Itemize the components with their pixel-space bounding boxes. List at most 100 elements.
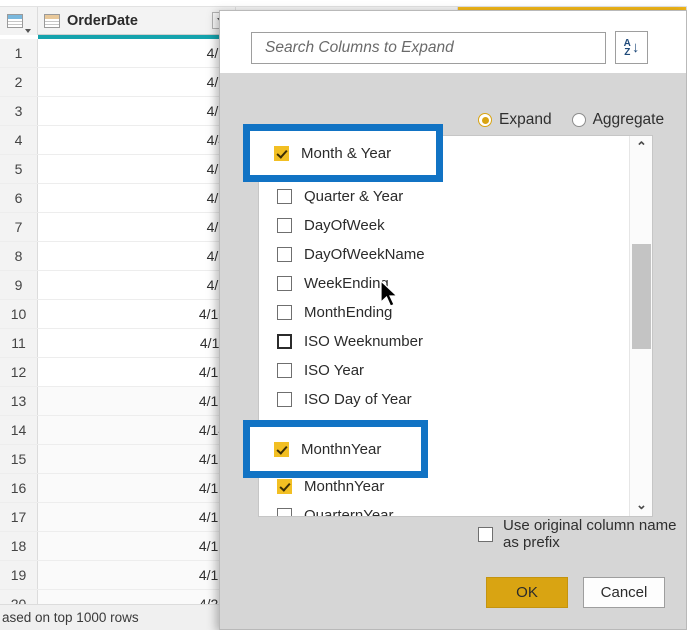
cell-orderdate[interactable]: 4/17, <box>38 503 236 531</box>
row-number: 17 <box>0 503 38 531</box>
sort-az-icon: AZ <box>623 37 631 58</box>
radio-unselected-icon <box>571 113 586 127</box>
checkbox-unchecked-icon[interactable] <box>277 189 292 204</box>
cell-orderdate[interactable]: 4/15, <box>38 445 236 473</box>
use-prefix-checkbox[interactable] <box>478 526 493 542</box>
expand-columns-dialog: AZ ↓ Expand Aggregate Month NameMonth & … <box>219 10 687 630</box>
checkbox-unchecked-icon[interactable] <box>277 363 292 378</box>
cell-orderdate[interactable]: 4/4, <box>38 126 236 154</box>
row-number: 3 <box>0 97 38 125</box>
table-icon <box>44 13 60 28</box>
scroll-down-icon[interactable]: ⌄ <box>630 494 652 516</box>
list-item[interactable]: ISO Weeknumber <box>259 327 630 356</box>
dialog-buttons: OK Cancel <box>486 577 665 608</box>
cell-orderdate[interactable]: 4/18, <box>38 532 236 560</box>
cell-orderdate[interactable]: 4/2, <box>38 68 236 96</box>
row-number: 2 <box>0 68 38 96</box>
radio-expand[interactable]: Expand <box>478 111 552 129</box>
cell-orderdate[interactable]: 4/7, <box>38 213 236 241</box>
ok-button[interactable]: OK <box>486 577 568 608</box>
row-number: 16 <box>0 474 38 502</box>
search-input[interactable] <box>263 37 594 58</box>
checkbox-unchecked-icon[interactable] <box>277 247 292 262</box>
list-item-label: WeekEnding <box>304 275 389 292</box>
annotation-label-monthnyear: MonthnYear <box>301 441 382 458</box>
row-number: 8 <box>0 242 38 270</box>
row-number: 14 <box>0 416 38 444</box>
list-item[interactable]: MonthEnding <box>259 298 630 327</box>
cell-orderdate[interactable]: 4/14, <box>38 416 236 444</box>
list-item[interactable]: Quarter & Year <box>259 182 630 211</box>
cell-orderdate[interactable]: 4/5, <box>38 155 236 183</box>
list-item[interactable]: ISO Day of Year <box>259 385 630 414</box>
annotation-item-month-year: Month & Year <box>274 139 391 168</box>
cell-orderdate[interactable]: 4/10, <box>38 300 236 328</box>
checkbox-unchecked-icon[interactable] <box>277 334 292 349</box>
columns-list-scrollbar[interactable]: ⌃ ⌄ <box>629 136 652 516</box>
row-number: 1 <box>0 39 38 67</box>
column-header-label: OrderDate <box>67 12 138 29</box>
status-text: ased on top 1000 rows <box>2 610 139 625</box>
scroll-up-icon[interactable]: ⌃ <box>630 136 652 158</box>
checkbox-checked-icon <box>274 146 289 161</box>
list-item-label: MonthnYear <box>304 478 385 495</box>
cell-orderdate[interactable]: 4/11, <box>38 329 236 357</box>
row-number: 6 <box>0 184 38 212</box>
use-prefix-option[interactable]: Use original column name as prefix <box>478 517 686 551</box>
list-item[interactable]: ISO Year <box>259 356 630 385</box>
sort-az-button[interactable]: AZ ↓ <box>615 31 648 64</box>
list-item[interactable]: DayOfWeek <box>259 211 630 240</box>
checkbox-unchecked-icon[interactable] <box>277 392 292 407</box>
radio-aggregate[interactable]: Aggregate <box>571 111 664 129</box>
cell-orderdate[interactable]: 4/9, <box>38 271 236 299</box>
list-item-label: QuarternYear <box>304 507 394 517</box>
sort-arrow-icon: ↓ <box>631 39 640 56</box>
cell-orderdate[interactable]: 4/1, <box>38 39 236 67</box>
list-item-label: ISO Year <box>304 362 365 379</box>
checkbox-unchecked-icon[interactable] <box>277 508 292 516</box>
radio-selected-icon <box>478 113 492 127</box>
cell-orderdate[interactable]: 4/8, <box>38 242 236 270</box>
list-item[interactable]: WeekEnding <box>259 269 630 298</box>
row-number: 19 <box>0 561 38 589</box>
cancel-button[interactable]: Cancel <box>583 577 665 608</box>
checkbox-checked-icon[interactable] <box>277 479 292 494</box>
table-icon <box>6 13 23 28</box>
scrollbar-thumb[interactable] <box>632 244 651 349</box>
grid-select-all-corner[interactable] <box>0 6 38 35</box>
row-number: 10 <box>0 300 38 328</box>
list-item-label: DayOfWeekName <box>304 246 425 263</box>
cell-orderdate[interactable]: 4/6, <box>38 184 236 212</box>
use-prefix-label: Use original column name as prefix <box>503 517 677 551</box>
list-item-label: DayOfWeek <box>304 217 385 234</box>
row-number: 7 <box>0 213 38 241</box>
list-item[interactable]: MonthnYear <box>259 472 630 501</box>
mode-radio-group: Expand Aggregate <box>478 111 664 129</box>
radio-expand-label: Expand <box>499 111 552 128</box>
checkbox-unchecked-icon[interactable] <box>277 276 292 291</box>
checkbox-unchecked-icon[interactable] <box>277 305 292 320</box>
list-item-label: MonthEnding <box>304 304 393 321</box>
screenshot-root: OrderDate 1.2 Total Day Sales Dates ⇤⇥ 1… <box>0 0 687 630</box>
checkbox-unchecked-icon[interactable] <box>277 218 292 233</box>
cell-orderdate[interactable]: 4/13, <box>38 387 236 415</box>
row-number: 5 <box>0 155 38 183</box>
cell-orderdate[interactable]: 4/19, <box>38 561 236 589</box>
cell-orderdate[interactable]: 4/3, <box>38 97 236 125</box>
list-item-label: ISO Day of Year <box>304 391 412 408</box>
search-row: AZ ↓ <box>251 31 648 64</box>
list-item-label: Quarter & Year <box>304 188 404 205</box>
chevron-down-icon <box>24 28 31 33</box>
list-item-label: ISO Weeknumber <box>304 333 423 350</box>
checkbox-checked-icon <box>274 442 289 457</box>
column-header-orderdate[interactable]: OrderDate <box>38 6 236 35</box>
list-item[interactable]: QuarternYear <box>259 501 630 517</box>
cell-orderdate[interactable]: 4/12, <box>38 358 236 386</box>
search-input-wrapper[interactable] <box>251 31 606 64</box>
cell-orderdate[interactable]: 4/16, <box>38 474 236 502</box>
row-number: 9 <box>0 271 38 299</box>
list-item[interactable]: DayOfWeekName <box>259 240 630 269</box>
row-number: 13 <box>0 387 38 415</box>
annotation-item-monthnyear: MonthnYear <box>274 435 381 464</box>
row-number: 15 <box>0 445 38 473</box>
